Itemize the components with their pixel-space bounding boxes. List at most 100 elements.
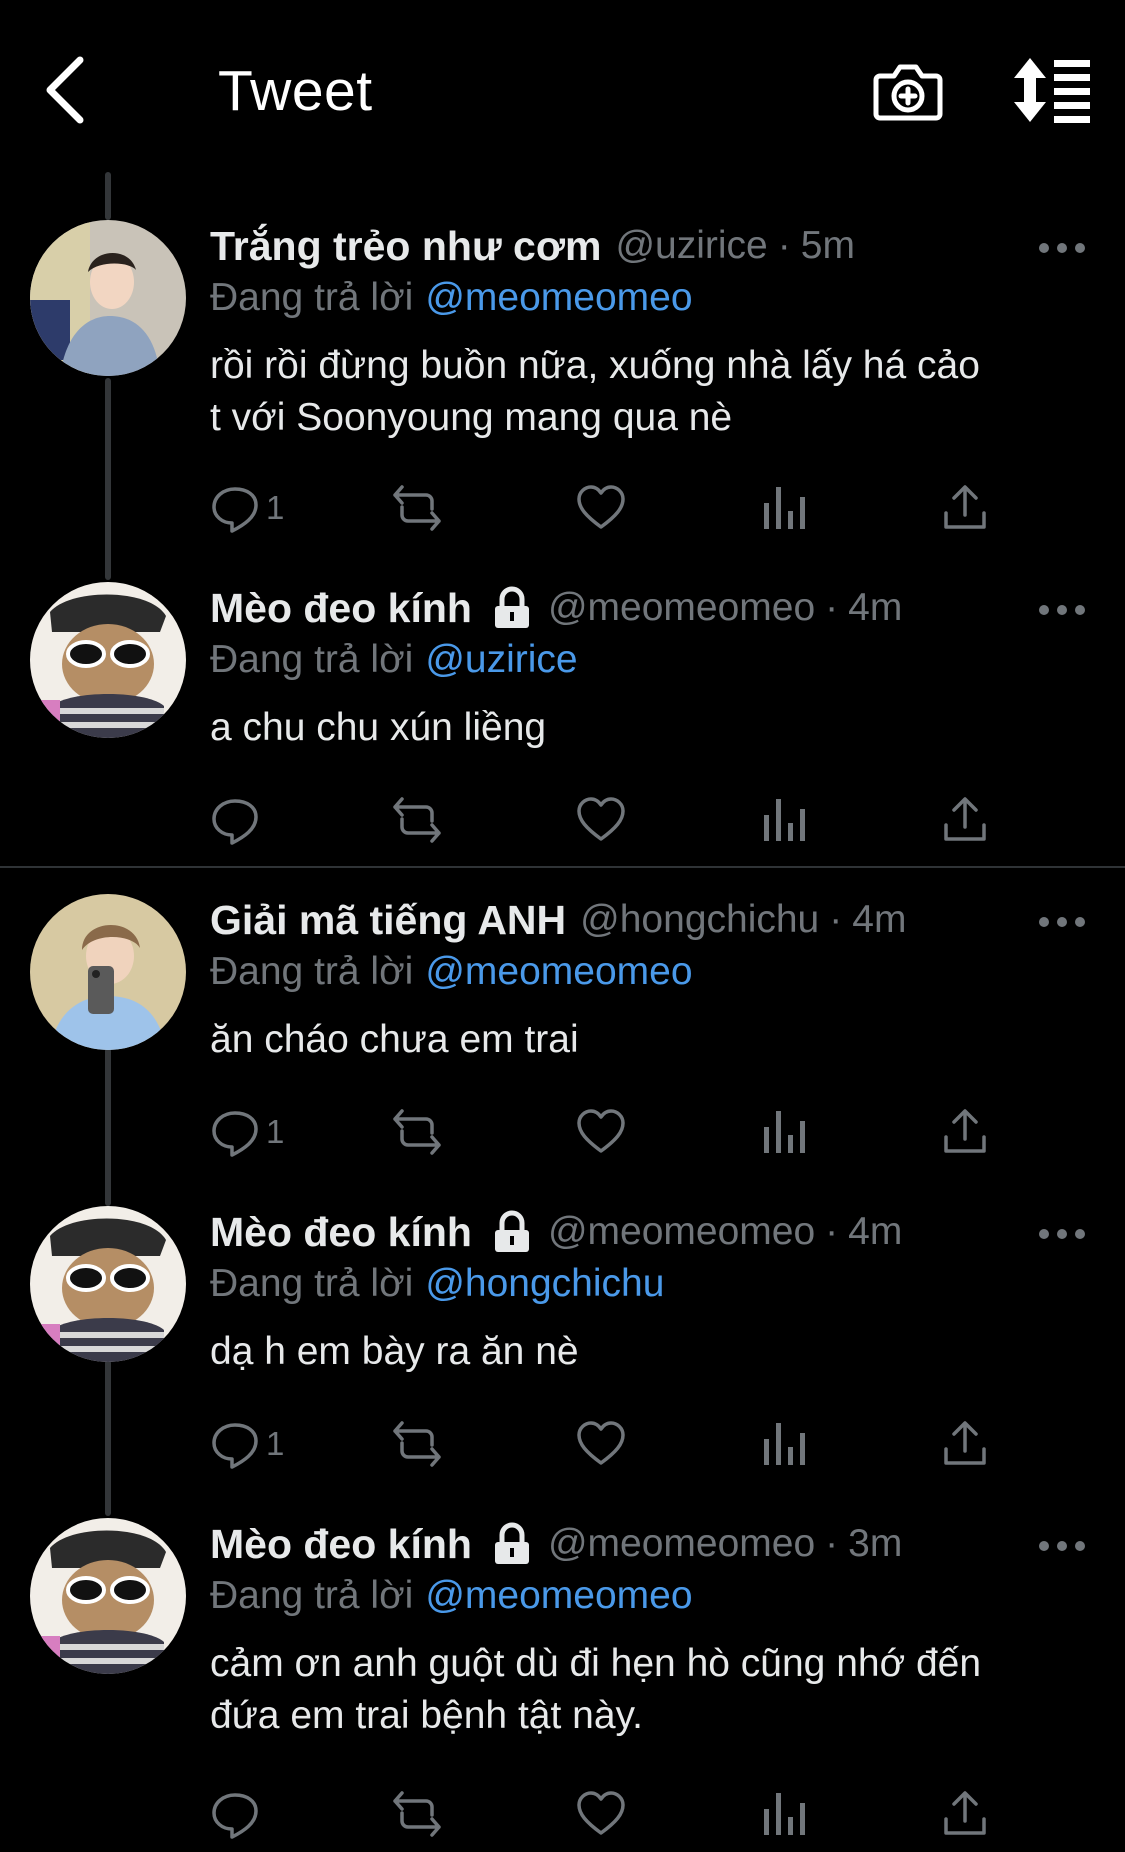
share-button[interactable] — [940, 792, 990, 848]
more-options-icon[interactable] — [1037, 1536, 1087, 1556]
reply-button[interactable]: 1 — [210, 1416, 284, 1472]
reply-mention-link[interactable]: @meomeomeo — [425, 950, 692, 993]
tweet-text: ăn cháo chưa em trai — [210, 1014, 1085, 1066]
replying-to-line: Đang trả lời @meomeomeo — [210, 272, 1085, 324]
tweet-text-line: dạ h em bày ra ăn nè — [210, 1330, 579, 1373]
separator-dot: · — [825, 1210, 839, 1253]
author-line: Mèo đeo kính @meomeomeo · 4m — [210, 1206, 1085, 1258]
camera-button[interactable] — [872, 56, 944, 124]
retweet-button[interactable] — [392, 1104, 442, 1160]
share-icon — [944, 1421, 986, 1465]
like-button[interactable] — [576, 1786, 626, 1842]
sort-button[interactable] — [1012, 56, 1092, 124]
reply-count: 1 — [266, 1425, 285, 1462]
more-options-icon[interactable] — [1037, 238, 1087, 258]
back-button[interactable] — [38, 52, 94, 128]
analytics-button[interactable] — [758, 792, 808, 848]
reply-icon — [212, 1111, 258, 1157]
reply-button[interactable]: 1 — [210, 1104, 284, 1160]
retweet-button[interactable] — [392, 1786, 442, 1842]
reply-mention-link[interactable]: @uzirice — [425, 638, 577, 681]
tweet-time: 5m — [800, 224, 855, 267]
tweet-text: dạ h em bày ra ăn nè — [210, 1326, 1085, 1378]
heart-icon — [577, 485, 625, 529]
user-handle[interactable]: @meomeomeo — [548, 1210, 815, 1254]
analytics-button[interactable] — [758, 1416, 808, 1472]
user-handle[interactable]: @hongchichu — [580, 898, 819, 942]
user-avatar-image — [30, 220, 186, 376]
tweet-text-line: a chu chu xún liềng — [210, 706, 547, 749]
analytics-button[interactable] — [758, 1786, 808, 1842]
display-name[interactable]: Mèo đeo kính — [210, 1521, 472, 1568]
avatar[interactable] — [30, 220, 186, 376]
replying-to-line: Đang trả lời @hongchichu — [210, 1258, 1085, 1310]
display-name[interactable]: Trắng trẻo như cơm — [210, 223, 601, 270]
user-handle[interactable]: @meomeomeo — [548, 586, 815, 630]
tweet-text-line: đứa em trai bệnh tật này. — [210, 1694, 643, 1737]
separator-dot: · — [825, 1522, 839, 1565]
avatar[interactable] — [30, 894, 186, 1050]
replying-to-label: Đang trả lời — [210, 1574, 414, 1617]
retweet-button[interactable] — [392, 792, 442, 848]
reply-icon — [212, 487, 258, 533]
user-handle[interactable]: @meomeomeo — [548, 1522, 815, 1566]
more-options-icon[interactable] — [1037, 1224, 1087, 1244]
avatar[interactable] — [30, 582, 186, 738]
reply-count: 1 — [266, 1113, 285, 1150]
analytics-bars-icon — [764, 1793, 805, 1835]
like-button[interactable] — [576, 480, 626, 536]
reply-button[interactable]: 1 — [210, 480, 284, 536]
tweet-text: cảm ơn anh guột dù đi hẹn hò cũng nhớ đế… — [210, 1638, 1085, 1742]
share-button[interactable] — [940, 1416, 990, 1472]
lock-icon — [494, 1522, 529, 1564]
tweet-text-line: cảm ơn anh guột dù đi hẹn hò cũng nhớ đế… — [210, 1642, 982, 1685]
avatar[interactable] — [30, 1518, 186, 1674]
separator-dot: · — [829, 898, 843, 941]
replying-to-label: Đang trả lời — [210, 638, 414, 681]
tweet-time: 3m — [848, 1522, 903, 1565]
analytics-button[interactable] — [758, 1104, 808, 1160]
retweet-icon — [393, 1421, 441, 1467]
like-button[interactable] — [576, 1104, 626, 1160]
display-name[interactable]: Mèo đeo kính — [210, 1209, 472, 1256]
avatar[interactable] — [30, 1206, 186, 1362]
user-handle[interactable]: @uzirice — [615, 224, 767, 268]
share-icon — [944, 485, 986, 529]
thread-connector — [105, 172, 111, 220]
user-avatar-image — [30, 582, 186, 738]
analytics-button[interactable] — [758, 480, 808, 536]
like-button[interactable] — [576, 1416, 626, 1472]
more-options-icon[interactable] — [1037, 600, 1087, 620]
heart-icon — [577, 1421, 625, 1465]
tweet-text-line: ăn cháo chưa em trai — [210, 1018, 579, 1061]
display-name[interactable]: Mèo đeo kính — [210, 585, 472, 632]
thread-connector — [105, 1360, 111, 1516]
replying-to-label: Đang trả lời — [210, 276, 414, 319]
analytics-bars-icon — [764, 487, 805, 529]
reply-button[interactable] — [210, 792, 266, 848]
retweet-button[interactable] — [392, 480, 442, 536]
reply-mention-link[interactable]: @hongchichu — [425, 1262, 664, 1305]
more-options-icon[interactable] — [1037, 912, 1087, 932]
reply-button[interactable] — [210, 1786, 266, 1842]
tweet-time: 4m — [848, 1210, 903, 1253]
retweet-button[interactable] — [392, 1416, 442, 1472]
user-avatar-image — [30, 894, 186, 1050]
tweet-actions — [210, 1786, 1010, 1842]
top-bar: Tweet — [0, 0, 1125, 170]
reply-mention-link[interactable]: @meomeomeo — [425, 1574, 692, 1617]
retweet-icon — [393, 1791, 441, 1837]
author-line: Giải mã tiếng ANH @hongchichu · 4m — [210, 894, 1085, 946]
like-button[interactable] — [576, 792, 626, 848]
chevron-left-icon — [46, 56, 84, 124]
replying-to-line: Đang trả lời @meomeomeo — [210, 1570, 1085, 1622]
author-line: Mèo đeo kính @meomeomeo · 3m — [210, 1518, 1085, 1570]
reply-mention-link[interactable]: @meomeomeo — [425, 276, 692, 319]
share-button[interactable] — [940, 1786, 990, 1842]
display-name[interactable]: Giải mã tiếng ANH — [210, 897, 566, 944]
share-button[interactable] — [940, 1104, 990, 1160]
heart-icon — [577, 1109, 625, 1153]
user-avatar-image — [30, 1518, 186, 1674]
share-button[interactable] — [940, 480, 990, 536]
share-icon — [944, 1109, 986, 1153]
